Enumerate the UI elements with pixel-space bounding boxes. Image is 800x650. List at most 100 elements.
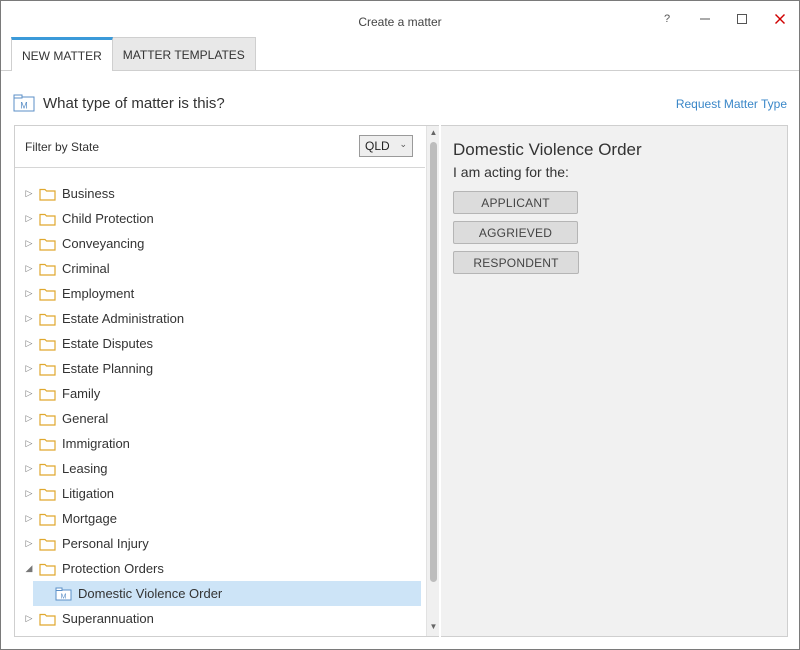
close-icon: [775, 14, 785, 24]
applicant-button[interactable]: APPLICANT: [453, 191, 578, 214]
collapsed-triangle-icon[interactable]: ▷: [23, 438, 35, 449]
tab-bar: NEW MATTER MATTER TEMPLATES: [11, 37, 256, 71]
collapsed-triangle-icon[interactable]: ▷: [23, 338, 35, 349]
state-select-value: QLD: [365, 139, 390, 153]
tree-item[interactable]: ▷ Estate Administration: [15, 306, 425, 331]
tree-item-label: Family: [62, 386, 101, 401]
collapsed-triangle-icon[interactable]: ▷: [23, 413, 35, 424]
matter-type-tree: ▷ Business ▷ Child Protection ▷ Conveyancing ▷…: [15, 181, 425, 631]
expanded-triangle-icon[interactable]: ◢: [23, 563, 35, 574]
collapsed-triangle-icon[interactable]: ▷: [23, 388, 35, 399]
folder-icon: [39, 312, 56, 326]
tree-item-label: Protection Orders: [62, 561, 164, 576]
folder-icon: [39, 562, 56, 576]
tree-item[interactable]: ▷ Estate Disputes: [15, 331, 425, 356]
tree-item-label: Criminal: [62, 261, 110, 276]
tree-scrollbar[interactable]: ▲ ▼: [426, 126, 439, 636]
filter-row: Filter by State QLD ⌄: [15, 126, 425, 168]
collapsed-triangle-icon[interactable]: ▷: [23, 538, 35, 549]
minimize-icon: [700, 18, 710, 20]
folder-icon: [39, 237, 56, 251]
tree-item-label: Immigration: [62, 436, 130, 451]
detail-subtitle: I am acting for the:: [453, 164, 569, 180]
folder-icon: [39, 362, 56, 376]
tree-item-label: Conveyancing: [62, 236, 145, 251]
tree-item[interactable]: ▷ Family: [15, 381, 425, 406]
folder-icon: [39, 262, 56, 276]
tree-item[interactable]: ▷ Litigation: [15, 481, 425, 506]
tree-item[interactable]: ▷ Estate Planning: [15, 356, 425, 381]
tree-item-child[interactable]: M Domestic Violence Order: [33, 581, 421, 606]
folder-icon: [39, 212, 56, 226]
tree-item[interactable]: ▷ Immigration: [15, 431, 425, 456]
collapsed-triangle-icon[interactable]: ▷: [23, 263, 35, 274]
tree-item[interactable]: ▷ Business: [15, 181, 425, 206]
page-heading: What type of matter is this?: [43, 94, 225, 112]
tree-item-label: Mortgage: [62, 511, 117, 526]
folder-icon: [39, 287, 56, 301]
tree-item[interactable]: ▷ Child Protection: [15, 206, 425, 231]
request-matter-type-link[interactable]: Request Matter Type: [676, 97, 787, 111]
create-matter-window: Create a matter ? NEW MATTER MATTER TEMP…: [0, 0, 800, 650]
tree-item-label: Domestic Violence Order: [78, 586, 223, 601]
tree-item-label: Employment: [62, 286, 135, 301]
folder-icon: [39, 437, 56, 451]
collapsed-triangle-icon[interactable]: ▷: [23, 363, 35, 374]
tree-item-label: Leasing: [62, 461, 108, 476]
collapsed-triangle-icon[interactable]: ▷: [23, 613, 35, 624]
collapsed-triangle-icon[interactable]: ▷: [23, 188, 35, 199]
tree-item-label: Litigation: [62, 486, 115, 501]
tree-item[interactable]: ▷ Mortgage: [15, 506, 425, 531]
collapsed-triangle-icon[interactable]: ▷: [23, 463, 35, 474]
minimize-button[interactable]: [687, 7, 723, 31]
tab-new-matter[interactable]: NEW MATTER: [11, 37, 113, 71]
tree-item-label: Business: [62, 186, 115, 201]
tree-item[interactable]: ▷ Employment: [15, 281, 425, 306]
respondent-button[interactable]: RESPONDENT: [453, 251, 579, 274]
tree-item-label: Child Protection: [62, 211, 154, 226]
detail-title: Domestic Violence Order: [453, 140, 642, 159]
tree-item[interactable]: ▷ Leasing: [15, 456, 425, 481]
svg-text:M: M: [61, 593, 67, 600]
matter-type-panel: Filter by State QLD ⌄ ▷ Business ▷ Child Pr…: [14, 125, 439, 637]
aggrieved-button[interactable]: AGGRIEVED: [453, 221, 578, 244]
tree-item[interactable]: ◢ Protection Orders: [15, 556, 425, 581]
collapsed-triangle-icon[interactable]: ▷: [23, 213, 35, 224]
tree-item-label: Estate Planning: [62, 361, 154, 376]
close-button[interactable]: [762, 7, 798, 31]
tree-item[interactable]: ▷ Personal Injury: [15, 531, 425, 556]
folder-icon: [39, 537, 56, 551]
tree-item-label: Superannuation: [62, 611, 154, 626]
scroll-down-arrow-icon[interactable]: ▼: [427, 622, 440, 634]
folder-icon: [39, 387, 56, 401]
collapsed-triangle-icon[interactable]: ▷: [23, 513, 35, 524]
folder-icon: [39, 187, 56, 201]
svg-text:M: M: [20, 101, 28, 111]
folder-icon: [39, 412, 56, 426]
heading-row: M What type of matter is this?: [13, 91, 225, 115]
help-button[interactable]: ?: [649, 7, 685, 31]
matter-doc-icon: M: [55, 587, 72, 601]
folder-icon: [39, 462, 56, 476]
tree-item[interactable]: ▷ Criminal: [15, 256, 425, 281]
tab-matter-templates[interactable]: MATTER TEMPLATES: [112, 37, 256, 71]
filter-label: Filter by State: [25, 140, 100, 154]
folder-icon: [39, 512, 56, 526]
tree-item-label: Personal Injury: [62, 536, 149, 551]
matter-detail-panel: Domestic Violence Order I am acting for …: [441, 125, 788, 637]
tree-item[interactable]: ▷ Conveyancing: [15, 231, 425, 256]
collapsed-triangle-icon[interactable]: ▷: [23, 238, 35, 249]
tree-item[interactable]: ▷ Superannuation: [15, 606, 425, 631]
collapsed-triangle-icon[interactable]: ▷: [23, 313, 35, 324]
tree-item-label: Estate Disputes: [62, 336, 154, 351]
scroll-up-arrow-icon[interactable]: ▲: [427, 128, 440, 140]
maximize-button[interactable]: [724, 7, 760, 31]
tree-item-label: Estate Administration: [62, 311, 185, 326]
collapsed-triangle-icon[interactable]: ▷: [23, 488, 35, 499]
folder-icon: [39, 487, 56, 501]
scroll-thumb[interactable]: [430, 142, 437, 582]
state-select[interactable]: QLD ⌄: [359, 135, 413, 157]
collapsed-triangle-icon[interactable]: ▷: [23, 288, 35, 299]
tab-divider: [1, 70, 799, 71]
tree-item[interactable]: ▷ General: [15, 406, 425, 431]
